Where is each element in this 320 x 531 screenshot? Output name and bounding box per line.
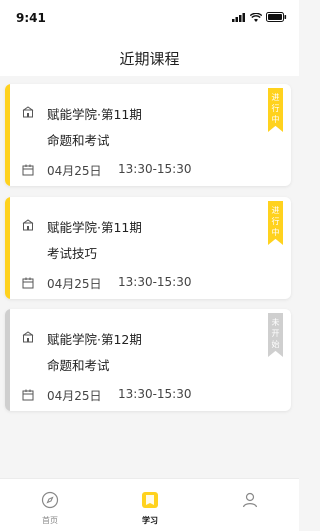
calendar-icon bbox=[22, 389, 34, 401]
school-icon bbox=[22, 219, 34, 231]
status-badge: 进行中 bbox=[268, 201, 283, 245]
course-card[interactable]: 赋能学院·第11期 考试技巧 04月25日 13:30-15:30 进行中 bbox=[5, 197, 291, 299]
signal-icon bbox=[232, 12, 245, 22]
compass-icon bbox=[41, 491, 59, 509]
profile-icon bbox=[242, 492, 258, 508]
tab-profile[interactable] bbox=[220, 479, 280, 531]
status-icons bbox=[232, 12, 287, 22]
course-card[interactable]: 赋能学院·第12期 命题和考试 04月25日 13:30-15:30 未开始 bbox=[5, 309, 291, 411]
course-list[interactable]: 赋能学院·第11期 命题和考试 04月25日 13:30-15:30 进行中 赋… bbox=[0, 76, 299, 478]
status-bar-accent bbox=[5, 309, 10, 411]
tab-study[interactable]: 学习 bbox=[120, 479, 180, 531]
status-bar: 9:41 bbox=[0, 0, 299, 38]
course-time: 13:30-15:30 bbox=[118, 387, 192, 401]
school-icon bbox=[22, 331, 34, 343]
status-time: 9:41 bbox=[16, 11, 46, 25]
course-subtitle: 命题和考试 bbox=[47, 133, 110, 148]
course-title: 赋能学院·第11期 bbox=[47, 220, 142, 235]
battery-icon bbox=[266, 12, 287, 22]
course-date: 04月25日 bbox=[47, 164, 102, 178]
wifi-icon bbox=[250, 12, 262, 22]
page-title: 近期课程 bbox=[119, 50, 180, 68]
tab-bar: 首页 学习 bbox=[0, 478, 299, 531]
course-title: 赋能学院·第11期 bbox=[47, 107, 142, 122]
tab-label: 首页 bbox=[42, 516, 58, 525]
course-card[interactable]: 赋能学院·第11期 命题和考试 04月25日 13:30-15:30 进行中 bbox=[5, 84, 291, 186]
status-badge: 未开始 bbox=[268, 313, 283, 357]
nav-bar: 近期课程 bbox=[0, 38, 299, 76]
course-date: 04月25日 bbox=[47, 389, 102, 403]
status-badge: 进行中 bbox=[268, 88, 283, 132]
course-subtitle: 考试技巧 bbox=[47, 246, 98, 261]
course-time: 13:30-15:30 bbox=[118, 162, 192, 176]
course-time: 13:30-15:30 bbox=[118, 275, 192, 289]
status-bar-accent bbox=[5, 84, 10, 186]
course-date: 04月25日 bbox=[47, 277, 102, 291]
calendar-icon bbox=[22, 277, 34, 289]
school-icon bbox=[22, 106, 34, 118]
calendar-icon bbox=[22, 164, 34, 176]
tab-label: 学习 bbox=[142, 516, 158, 525]
book-icon bbox=[142, 492, 158, 508]
course-subtitle: 命题和考试 bbox=[47, 358, 110, 373]
course-title: 赋能学院·第12期 bbox=[47, 332, 142, 347]
status-bar-accent bbox=[5, 197, 10, 299]
tab-home[interactable]: 首页 bbox=[20, 479, 80, 531]
